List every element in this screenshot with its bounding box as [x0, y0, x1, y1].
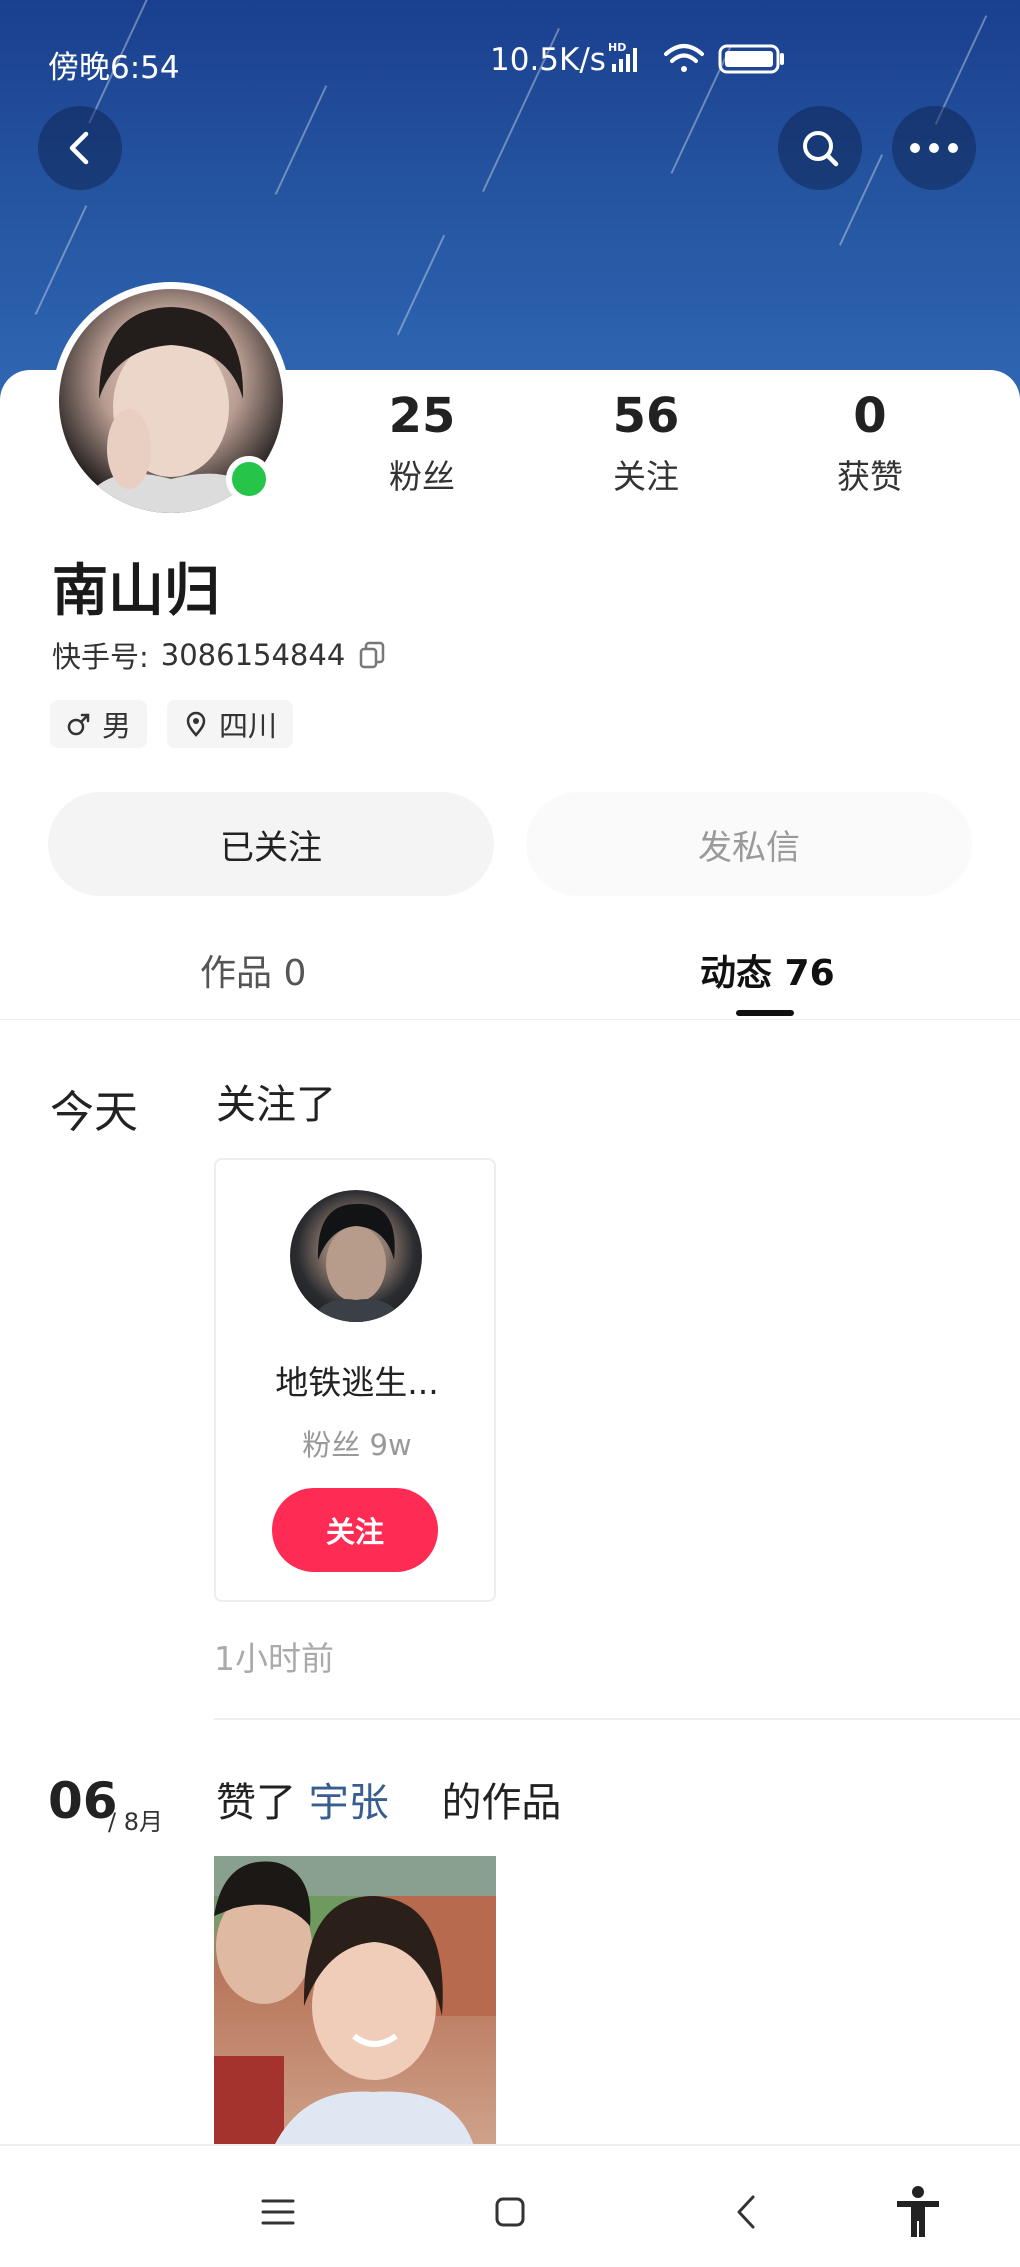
wifi-icon	[664, 44, 704, 72]
status-time: 傍晚6:54	[48, 50, 180, 86]
system-back-button[interactable]	[716, 2182, 776, 2242]
kuaishou-id-value: 3086154844	[160, 638, 346, 672]
gender-label: 男	[102, 709, 132, 743]
kuaishou-id-label: 快手号:	[52, 640, 149, 674]
feed-action-followed: 关注了	[216, 1082, 336, 1128]
followed-button[interactable]: 已关注	[48, 792, 494, 896]
feed-time-ago: 1小时前	[214, 1639, 334, 1678]
male-icon	[67, 713, 90, 736]
feed-action-liked: 赞了 宇张 的作品	[216, 1770, 561, 1828]
tab-works[interactable]: 作品 0	[200, 944, 306, 996]
copy-icon[interactable]	[357, 640, 387, 670]
back-nav-icon	[737, 2195, 755, 2229]
feed-day-today: 今天	[50, 1087, 138, 1138]
hd-signal-icon: HD	[608, 41, 637, 72]
location-label: 四川	[219, 709, 278, 743]
kuaishou-id-row: 快手号: 3086154844	[52, 634, 387, 676]
profile-name: 南山归	[52, 559, 220, 624]
card-fans-count: 粉丝 9w	[302, 1428, 412, 1462]
following-count: 56	[612, 388, 680, 444]
search-icon	[803, 131, 839, 167]
online-status-dot	[226, 456, 272, 502]
fans-count: 25	[388, 388, 456, 444]
menu-button[interactable]	[248, 2182, 308, 2242]
send-message-button[interactable]: 发私信	[526, 792, 972, 896]
home-square-icon	[495, 2197, 525, 2227]
feed-divider	[214, 1718, 1020, 1720]
active-tab-indicator	[736, 1010, 794, 1016]
search-button[interactable]	[778, 106, 862, 190]
profile-tabs: 作品 0 动态 76	[0, 930, 1020, 1020]
gender-tag: 男	[50, 700, 148, 748]
liked-prefix: 赞了	[216, 1780, 296, 1826]
likes-count: 0	[853, 388, 887, 444]
accessibility-button[interactable]	[888, 2182, 948, 2242]
fans-label: 粉丝	[389, 457, 455, 496]
more-icon	[910, 143, 958, 153]
location-tag: 四川	[167, 700, 294, 748]
home-button[interactable]	[480, 2182, 540, 2242]
likes-label: 获赞	[837, 457, 903, 496]
stat-fans[interactable]: 25 粉丝	[332, 388, 512, 498]
back-icon	[69, 131, 89, 165]
network-speed: 10.5K/s	[490, 42, 606, 78]
battery-icon	[718, 44, 784, 74]
stat-following[interactable]: 56 关注	[556, 388, 736, 498]
feed-date-month: / 8月	[108, 1808, 163, 1836]
profile-tags: 男 四川	[50, 700, 294, 748]
following-label: 关注	[613, 457, 679, 496]
tab-moments[interactable]: 动态 76	[700, 944, 835, 996]
liked-user-link[interactable]: 宇张	[309, 1780, 389, 1826]
accessibility-icon	[897, 2186, 939, 2237]
menu-icon	[261, 2199, 295, 2225]
system-nav-bar	[0, 2144, 1020, 2267]
location-icon	[186, 711, 206, 737]
stat-likes[interactable]: 0 获赞	[780, 388, 960, 498]
liked-work-thumbnail[interactable]	[214, 1856, 496, 2146]
card-follow-button[interactable]: 关注	[272, 1488, 438, 1572]
liked-suffix: 的作品	[441, 1780, 562, 1826]
back-button[interactable]	[38, 106, 122, 190]
more-button[interactable]	[892, 106, 976, 190]
svg-text:HD: HD	[608, 41, 626, 54]
followed-user-card[interactable]: 地铁逃生... 粉丝 9w 关注	[214, 1158, 496, 1602]
status-icons: HD	[608, 41, 784, 74]
card-avatar	[290, 1190, 422, 1322]
status-bar: 傍晚6:54 10.5K/s HD	[0, 0, 1020, 120]
card-username: 地铁逃生...	[275, 1363, 439, 1402]
